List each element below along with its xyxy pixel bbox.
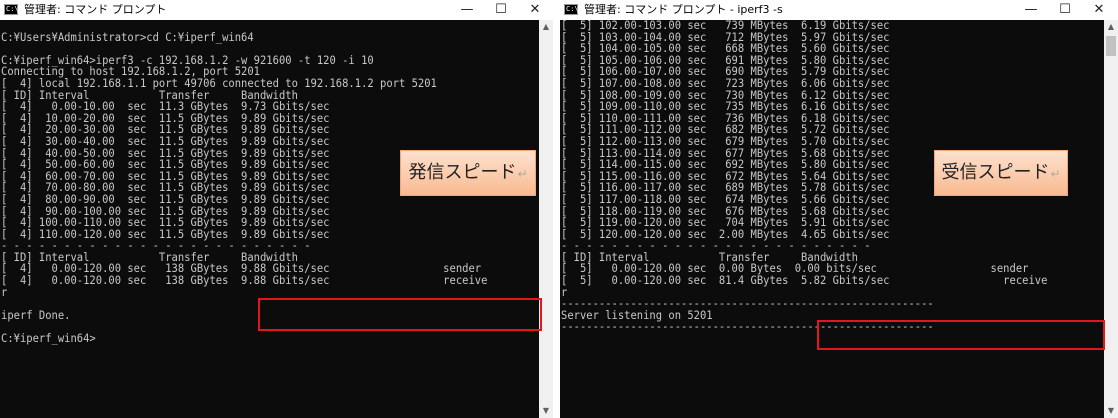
left-console-output[interactable]: C:¥Users¥Administrator>cd C:¥iperf_win64… — [0, 20, 539, 418]
right-window-title: 管理者: コマンド プロンプト - iperf3 -s — [584, 3, 783, 16]
receive-speed-label: 受信スピード — [941, 162, 1050, 183]
maximize-button[interactable]: ☐ — [484, 0, 518, 20]
scroll-up-arrow-icon[interactable]: ▲ — [539, 20, 553, 34]
maximize-button[interactable]: ☐ — [1048, 0, 1082, 20]
right-title-bar[interactable]: C:\ 管理者: コマンド プロンプト - iperf3 -s — ☐ ✕ — [560, 0, 1118, 20]
console-line: C:¥iperf_win64> — [1, 331, 96, 346]
close-button[interactable]: ✕ — [1082, 0, 1116, 20]
send-speed-label: 発信スピード — [408, 162, 517, 183]
minimize-button[interactable]: — — [450, 0, 484, 20]
left-title-bar[interactable]: C:\ 管理者: コマンド プロンプト — ☐ ✕ — [0, 0, 553, 20]
command-prompt-icon: C:\ — [564, 4, 579, 15]
receiver-bandwidth-highlight — [817, 320, 1105, 350]
minimize-button[interactable]: — — [1014, 0, 1048, 20]
left-scrollbar[interactable]: ▲ ▼ — [539, 20, 553, 418]
left-window-title: 管理者: コマンド プロンプト — [24, 3, 167, 16]
right-console-window: C:\ 管理者: コマンド プロンプト - iperf3 -s — ☐ ✕ [ … — [560, 0, 1118, 418]
scroll-down-arrow-icon[interactable]: ▼ — [539, 404, 553, 418]
right-console-output[interactable]: [ 5] 102.00-103.00 sec 739 MBytes 6.19 G… — [560, 20, 1104, 418]
send-speed-callout: 発信スピード↵ — [400, 150, 536, 196]
console-line: r — [1, 284, 8, 299]
right-scrollbar[interactable]: ▲ ▼ — [1104, 20, 1118, 418]
receive-speed-callout: 受信スピード↵ — [934, 150, 1068, 196]
scroll-up-arrow-icon[interactable]: ▲ — [1104, 20, 1118, 34]
console-line: C:¥Users¥Administrator>cd C:¥iperf_win64 — [1, 29, 254, 44]
close-button[interactable]: ✕ — [518, 0, 552, 20]
command-prompt-icon: C:\ — [4, 4, 19, 15]
scroll-thumb[interactable] — [1106, 36, 1116, 56]
return-mark-icon: ↵ — [1050, 167, 1061, 181]
sender-bandwidth-highlight — [258, 298, 542, 331]
console-line: [ 4] 0.00-120.00 sec 138 GBytes 9.88 Gbi… — [1, 273, 488, 288]
left-console-window: C:\ 管理者: コマンド プロンプト — ☐ ✕ C:¥Users¥Admin… — [0, 0, 553, 418]
console-line: [ 5] 0.00-120.00 sec 81.4 GBytes 5.82 Gb… — [561, 273, 1048, 288]
scroll-down-arrow-icon[interactable]: ▼ — [1104, 404, 1118, 418]
return-mark-icon: ↵ — [517, 167, 528, 181]
